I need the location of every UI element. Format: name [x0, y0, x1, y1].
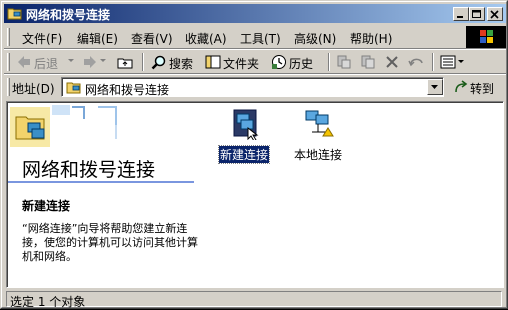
copy-to-button[interactable] — [358, 52, 378, 72]
views-icon — [440, 55, 456, 69]
menu-advanced[interactable]: 高级(N) — [294, 30, 336, 47]
status-pane: 选定 1 个对象 — [6, 291, 502, 309]
folder-up-icon — [117, 58, 133, 69]
maximize-icon — [472, 10, 481, 18]
address-grip[interactable] — [7, 78, 10, 96]
address-input[interactable]: 网络和拨号连接 — [61, 77, 444, 97]
menu-edit[interactable]: 编辑(E) — [77, 30, 118, 47]
folder-title: 网络和拨号连接 — [22, 159, 156, 181]
address-value: 网络和拨号连接 — [85, 83, 170, 97]
minimize-icon — [457, 16, 463, 18]
delete-icon — [386, 56, 398, 68]
back-arrow-icon — [18, 56, 30, 68]
toolbar-grip[interactable] — [7, 53, 10, 71]
menu-bar: 文件(F) 编辑(E) 查看(V) 收藏(A) 工具(T) 高级(N) 帮助(H… — [4, 26, 506, 48]
search-icon — [151, 55, 166, 70]
go-button[interactable]: 转到 — [452, 77, 502, 97]
forward-dropdown-icon — [100, 59, 106, 62]
undo-icon — [408, 58, 423, 67]
content-pane: 网络和拨号连接 新建连接 “网络连接”向导将帮助您建立新连接，使您的计算机可以访… — [6, 101, 504, 288]
back-button[interactable]: 后退 — [14, 52, 76, 72]
folders-button[interactable]: 文件夹 — [203, 52, 265, 72]
go-label: 转到 — [470, 82, 495, 96]
title-underline — [8, 181, 194, 183]
move-to-icon — [337, 55, 351, 69]
views-button[interactable] — [438, 52, 466, 72]
move-to-button[interactable] — [334, 52, 354, 72]
address-bar: 地址(D) 网络和拨号连接 转到 — [4, 75, 506, 99]
address-label: 地址(D) — [12, 82, 55, 96]
status-bar: 选定 1 个对象 — [4, 290, 506, 309]
history-icon — [272, 55, 286, 69]
list-item-local-connection[interactable]: 本地连接 — [286, 108, 350, 163]
toolbar-separator — [432, 53, 434, 71]
go-arrow-icon — [455, 80, 468, 93]
close-button[interactable] — [487, 7, 503, 21]
menu-grip[interactable] — [7, 28, 10, 46]
toolbar-separator — [142, 53, 144, 71]
menu-favorites[interactable]: 收藏(A) — [185, 30, 227, 47]
selected-item-title: 新建连接 — [22, 199, 71, 213]
folder-banner-graphic — [10, 105, 117, 147]
list-item-label: 本地连接 — [293, 148, 342, 162]
list-item-new-connection[interactable]: 新建连接 — [212, 108, 276, 164]
history-button[interactable]: 历史 — [269, 52, 323, 72]
network-folder-icon — [7, 8, 22, 20]
menu-file[interactable]: 文件(F) — [22, 30, 62, 47]
menu-view[interactable]: 查看(V) — [131, 30, 173, 47]
window-title: 网络和拨号连接 — [26, 8, 111, 22]
maximize-button[interactable] — [469, 7, 485, 21]
local-area-connection-icon — [305, 110, 334, 137]
views-dropdown-icon — [458, 60, 464, 63]
up-button[interactable] — [114, 52, 136, 72]
windows-logo — [466, 26, 506, 48]
undo-button[interactable] — [406, 52, 428, 72]
new-connection-icon — [233, 109, 259, 142]
toolbar: 后退 搜索 文件夹 历史 — [4, 50, 506, 74]
list-item-label: 新建连接 — [217, 145, 271, 164]
status-text: 选定 1 个对象 — [10, 295, 86, 309]
close-icon — [490, 10, 499, 19]
folders-icon — [205, 55, 221, 69]
selected-item-description: “网络连接”向导将帮助您建立新连接，使您的计算机可以访问其他计算机和网络。 — [22, 222, 198, 263]
forward-button[interactable] — [80, 52, 110, 72]
delete-button[interactable] — [382, 52, 402, 72]
back-dropdown-icon — [68, 59, 74, 62]
minimize-button[interactable] — [453, 7, 469, 21]
chevron-down-icon — [431, 85, 438, 89]
copy-to-icon — [361, 55, 375, 69]
menu-help[interactable]: 帮助(H) — [350, 30, 392, 47]
network-folder-icon — [66, 82, 81, 94]
search-button[interactable]: 搜索 — [149, 52, 199, 72]
explorer-window: 网络和拨号连接 文件(F) 编辑(E) 查看(V) 收藏(A) 工具(T) 高级… — [0, 0, 508, 309]
address-dropdown-button[interactable] — [427, 79, 443, 95]
windows-flag-icon — [480, 30, 493, 43]
title-bar[interactable]: 网络和拨号连接 — [4, 4, 506, 23]
forward-arrow-icon — [84, 56, 96, 68]
menu-tools[interactable]: 工具(T) — [240, 30, 281, 47]
toolbar-separator — [328, 53, 330, 71]
